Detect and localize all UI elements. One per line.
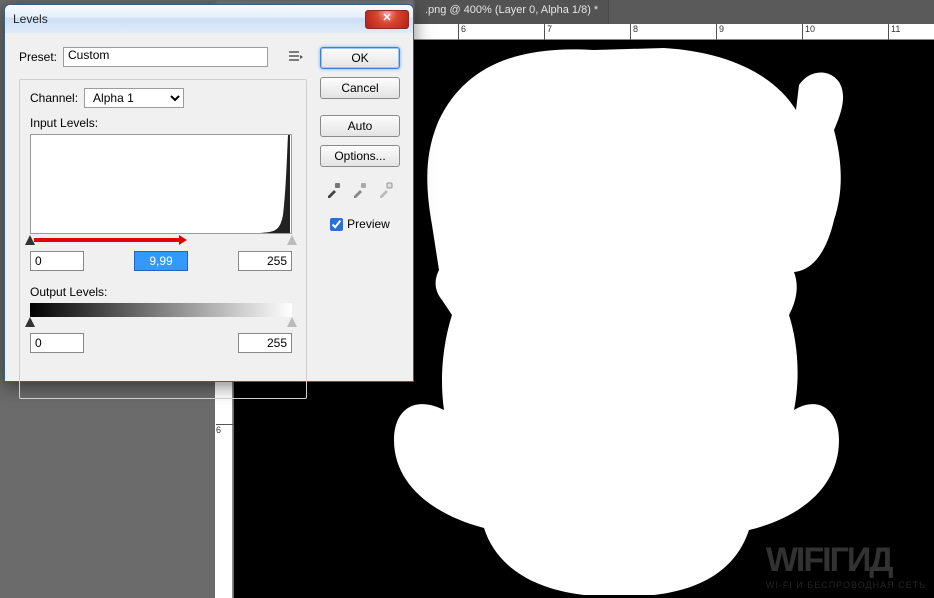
output-white-handle[interactable] [287, 317, 297, 327]
preview-checkbox[interactable] [330, 218, 343, 231]
eyedropper-black-icon[interactable] [325, 181, 343, 199]
output-black-field[interactable] [30, 333, 84, 353]
preset-label: Preset: [19, 50, 57, 64]
cancel-button[interactable]: Cancel [320, 77, 400, 99]
white-point-handle[interactable] [287, 235, 297, 245]
input-white-field[interactable] [238, 251, 292, 271]
dialog-title: Levels [13, 12, 365, 26]
ruler-tick: 9 [716, 24, 724, 40]
input-levels-label: Input Levels: [30, 116, 296, 130]
preview-label: Preview [347, 217, 390, 231]
input-slider[interactable] [30, 235, 292, 247]
levels-dialog: Levels ✕ Preset: Custom Channel: Alpha 1… [4, 4, 414, 382]
ok-button[interactable]: OK [320, 47, 400, 69]
black-point-handle[interactable] [25, 235, 35, 245]
ruler-tick: 6 [216, 424, 234, 435]
auto-button[interactable]: Auto [320, 115, 400, 137]
ruler-tick: 8 [630, 24, 638, 40]
options-button[interactable]: Options... [320, 145, 400, 167]
annotation-arrow [34, 238, 179, 242]
title-bar[interactable]: Levels ✕ [5, 5, 413, 33]
ruler-tick: 7 [544, 24, 552, 40]
ruler-tick: 11 [888, 24, 900, 40]
eyedropper-white-icon[interactable] [377, 181, 395, 199]
output-levels-label: Output Levels: [30, 285, 296, 299]
output-gradient [30, 303, 292, 317]
preset-select[interactable]: Custom [63, 47, 268, 67]
output-slider[interactable] [30, 317, 292, 329]
output-white-field[interactable] [238, 333, 292, 353]
input-black-field[interactable] [30, 251, 84, 271]
channel-select[interactable]: Alpha 1 [84, 88, 184, 108]
channel-label: Channel: [30, 91, 78, 105]
close-button[interactable]: ✕ [365, 10, 409, 29]
channel-group: Channel: Alpha 1 Input Levels: [19, 79, 307, 399]
eyedropper-gray-icon[interactable] [351, 181, 369, 199]
histogram [30, 134, 292, 234]
ruler-tick: 6 [458, 24, 466, 40]
tab-active[interactable]: .png @ 400% (Layer 0, Alpha 1/8) * [415, 0, 609, 24]
input-gamma-field[interactable] [134, 251, 188, 271]
ruler-tick: 10 [802, 24, 815, 40]
output-black-handle[interactable] [25, 317, 35, 327]
preset-menu-icon[interactable] [288, 49, 304, 65]
